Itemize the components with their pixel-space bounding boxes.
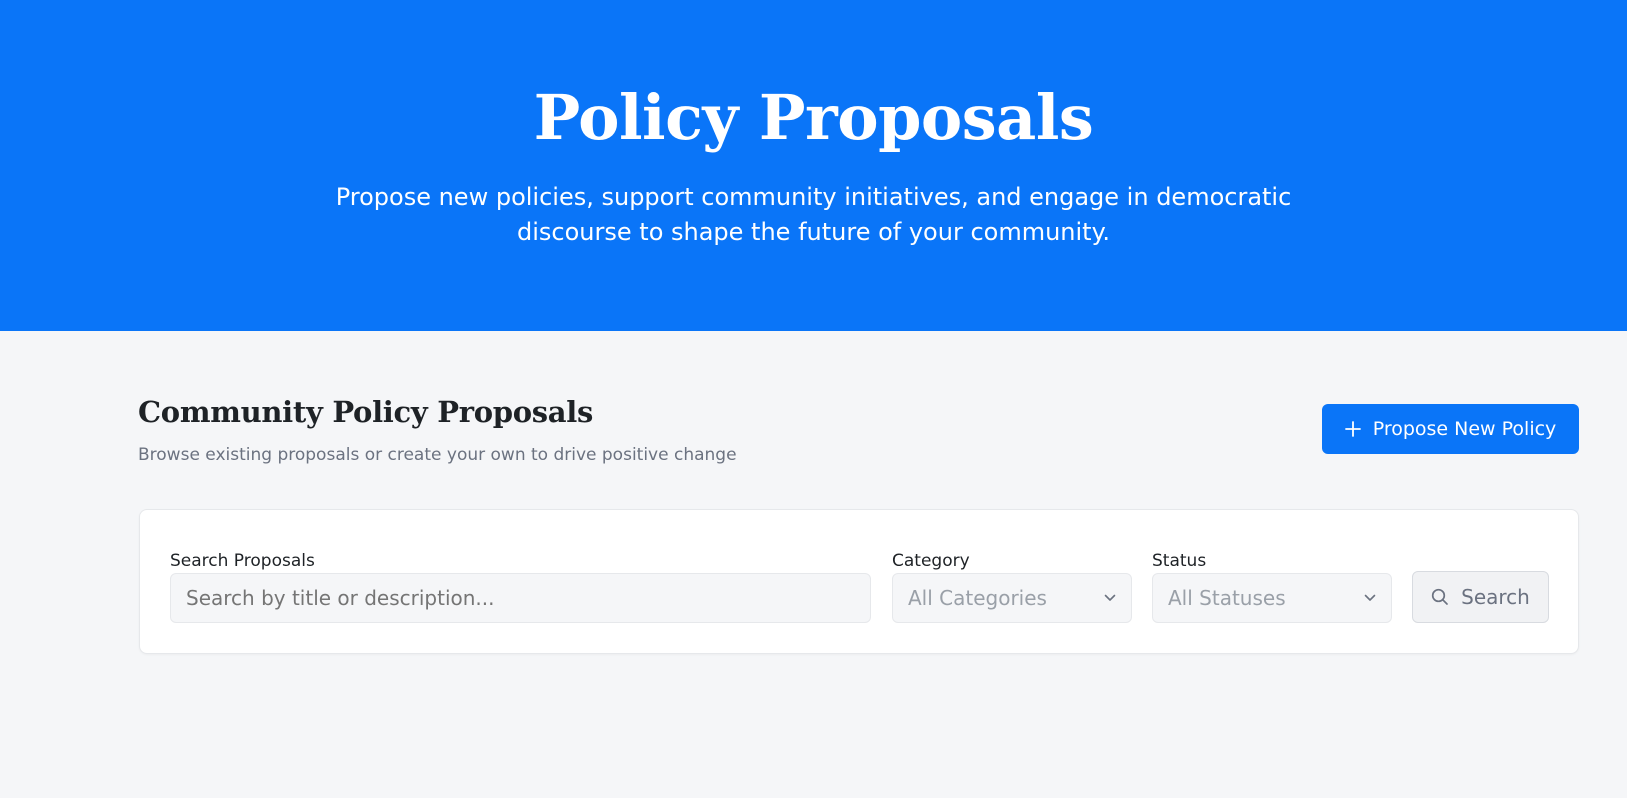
search-button[interactable]: Search (1412, 571, 1549, 623)
filter-panel: Search Proposals Category All Categories… (139, 509, 1579, 654)
plus-icon (1344, 421, 1361, 437)
category-label: Category (892, 551, 970, 571)
hero-banner: Policy Proposals Propose new policies, s… (0, 0, 1627, 331)
section-subtitle: Browse existing proposals or create your… (138, 445, 737, 465)
chevron-down-icon (1104, 594, 1116, 602)
status-selected-value: All Statuses (1168, 586, 1286, 610)
status-select[interactable]: All Statuses (1152, 573, 1392, 623)
chevron-down-icon (1364, 594, 1376, 602)
hero-title: Policy Proposals (533, 81, 1094, 154)
category-select[interactable]: All Categories (892, 573, 1132, 623)
search-proposals-label: Search Proposals (170, 551, 315, 571)
section-title: Community Policy Proposals (138, 395, 594, 429)
hero-subtitle: Propose new policies, support community … (335, 183, 1292, 246)
search-input[interactable] (170, 573, 871, 623)
status-label: Status (1152, 551, 1207, 571)
category-selected-value: All Categories (908, 586, 1047, 610)
propose-new-policy-button[interactable]: Propose New Policy (1322, 404, 1579, 454)
propose-new-policy-label: Propose New Policy (1372, 418, 1557, 440)
search-icon (1431, 588, 1449, 606)
search-button-label: Search (1461, 585, 1530, 609)
